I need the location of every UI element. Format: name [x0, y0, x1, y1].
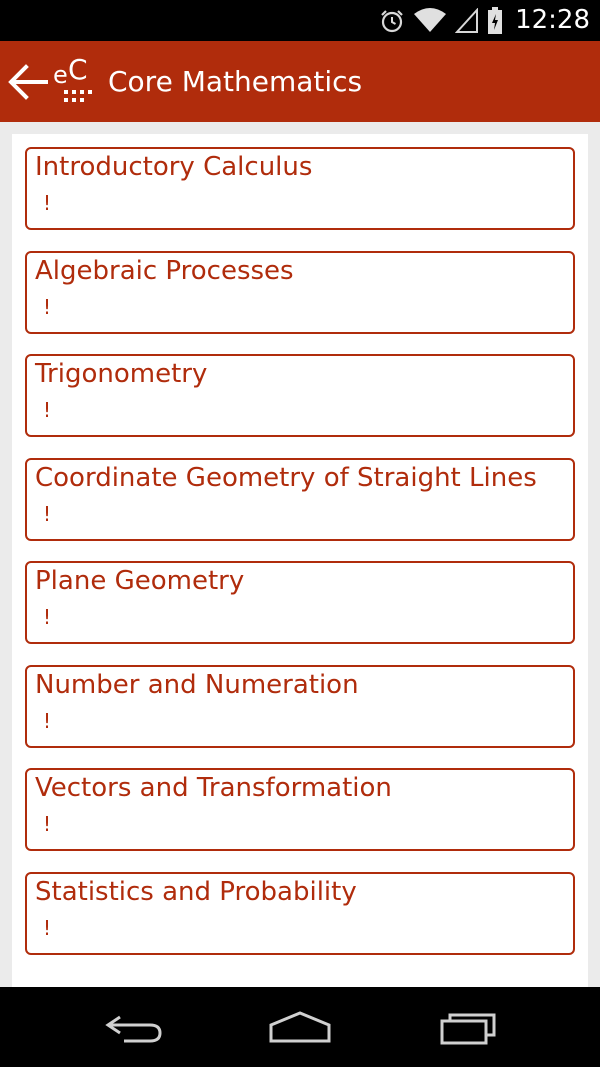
content-area: Introductory Calculus ! Algebraic Proces…	[0, 122, 600, 987]
svg-text:C: C	[68, 57, 88, 86]
topic-title: Trigonometry	[35, 359, 208, 389]
ec-logo-icon: e C	[53, 53, 92, 102]
topic-title: Vectors and Transformation	[35, 773, 392, 803]
battery-icon	[488, 6, 503, 34]
svg-text:e: e	[53, 61, 68, 89]
wifi-icon	[414, 7, 447, 32]
back-nav-button[interactable]	[98, 1007, 168, 1047]
home-nav-icon	[269, 1011, 331, 1043]
topic-title: Algebraic Processes	[35, 255, 294, 286]
arrow-left-icon	[8, 64, 48, 100]
topic-title: Statistics and Probability	[35, 876, 357, 907]
recents-nav-button[interactable]	[432, 1007, 502, 1047]
topic-title: Introductory Calculus	[35, 152, 313, 182]
topic-subtitle: !	[43, 191, 52, 215]
alarm-icon	[381, 9, 403, 32]
app-logo: e C	[52, 53, 94, 107]
topic-panel: Introductory Calculus ! Algebraic Proces…	[12, 134, 588, 987]
home-nav-button[interactable]	[265, 1007, 335, 1047]
status-bar: 12:28	[0, 0, 600, 41]
topic-subtitle: !	[43, 812, 52, 836]
status-icons: 12:28	[379, 0, 590, 41]
page-title: Core Mathematics	[108, 65, 363, 98]
topic-item[interactable]: Number and Numeration !	[25, 664, 575, 748]
topic-item[interactable]: Statistics and Probability !	[25, 871, 575, 955]
topic-subtitle: !	[43, 501, 52, 526]
topic-subtitle: !	[43, 915, 52, 940]
app-bar: e C Core Mathematics	[0, 41, 600, 122]
topic-title: Number and Numeration	[35, 669, 359, 700]
recents-nav-icon	[440, 1013, 496, 1045]
topic-subtitle: !	[43, 605, 52, 629]
topic-title: Plane Geometry	[35, 566, 245, 596]
topic-item[interactable]: Plane Geometry !	[25, 561, 575, 644]
topic-item[interactable]: Coordinate Geometry of Straight Lines !	[25, 457, 575, 541]
topic-title: Coordinate Geometry of Straight Lines	[35, 462, 537, 493]
topic-item[interactable]: Vectors and Transformation !	[25, 768, 575, 851]
back-button[interactable]	[6, 61, 50, 103]
topic-subtitle: !	[43, 398, 52, 422]
topic-list: Introductory Calculus ! Algebraic Proces…	[25, 147, 575, 975]
signal-icon	[455, 7, 479, 33]
topic-item[interactable]: Introductory Calculus !	[25, 147, 575, 230]
topic-item[interactable]: Algebraic Processes !	[25, 250, 575, 334]
back-nav-icon	[105, 1015, 162, 1043]
status-time: 12:28	[515, 5, 590, 35]
topic-subtitle: !	[43, 294, 52, 319]
system-nav-bar	[0, 987, 600, 1067]
topic-item[interactable]: Trigonometry !	[25, 354, 575, 437]
topic-subtitle: !	[43, 708, 52, 733]
